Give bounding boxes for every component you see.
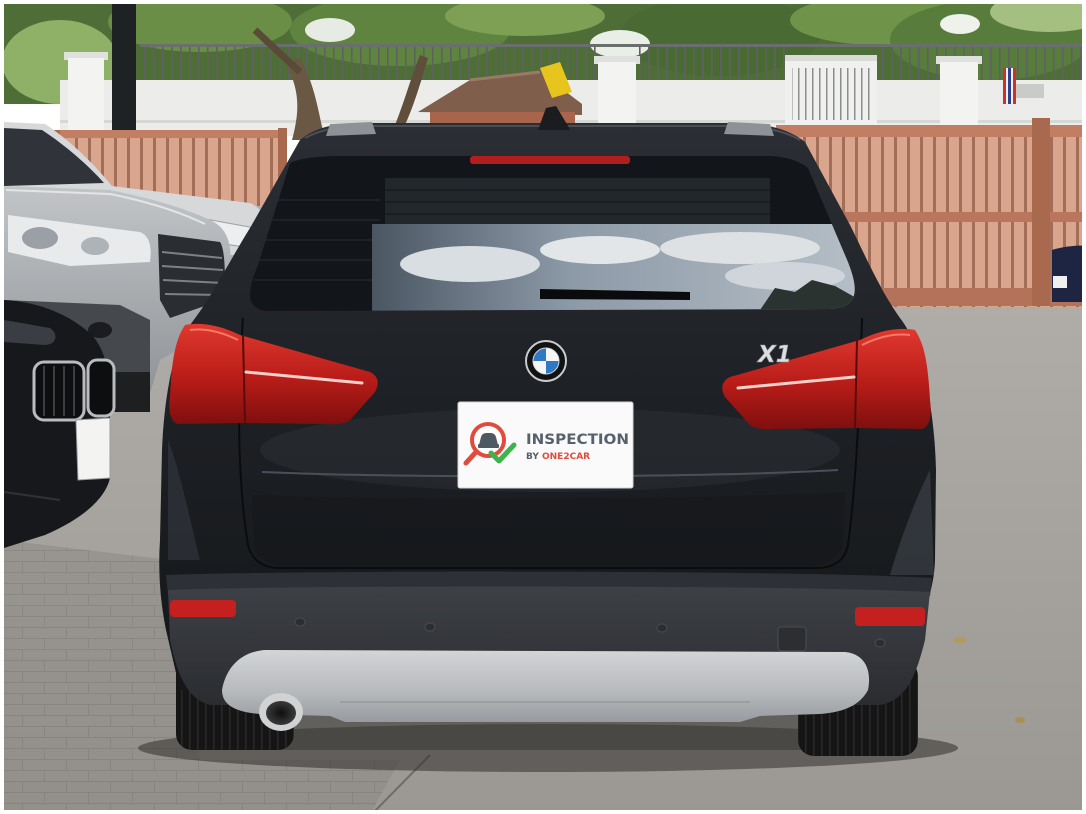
license-plate bbox=[1053, 276, 1067, 288]
inspection-plate: INSPECTION BY ONE2CAR bbox=[457, 401, 634, 489]
rear-skid-plate bbox=[222, 650, 870, 722]
inspection-by-label: BY bbox=[526, 452, 539, 462]
background-gate bbox=[785, 55, 877, 125]
wall-pillar bbox=[940, 62, 978, 136]
kidney-grille bbox=[32, 360, 86, 422]
right-reflector bbox=[855, 607, 925, 626]
wall-pillar bbox=[68, 58, 104, 136]
exhaust-pipe bbox=[259, 693, 303, 731]
tailgate-lower-panel bbox=[252, 492, 845, 566]
listing-photo: X1 INSPECTION BY ONE2CAR bbox=[4, 4, 1082, 810]
national-flag bbox=[1003, 68, 1016, 104]
fallen-leaf bbox=[954, 637, 966, 643]
parking-sensor bbox=[294, 617, 306, 627]
left-reflector bbox=[170, 600, 236, 617]
rear-window bbox=[250, 156, 855, 311]
inspection-title: INSPECTION bbox=[526, 432, 629, 448]
bmw-logo bbox=[525, 340, 567, 382]
inspection-subtitle: BY ONE2CAR bbox=[526, 452, 590, 462]
photo-scene: X1 INSPECTION BY ONE2CAR bbox=[4, 4, 1082, 810]
third-brake-light bbox=[470, 156, 630, 164]
parking-sensor bbox=[874, 638, 886, 648]
roof-rail-right bbox=[724, 122, 774, 136]
fallen-leaf bbox=[1015, 717, 1025, 723]
inspection-brand: ONE2CAR bbox=[542, 452, 590, 462]
parking-sensor bbox=[656, 623, 668, 633]
license-plate bbox=[75, 417, 111, 481]
parked-car-right bbox=[1052, 245, 1082, 302]
tow-hook-cover bbox=[777, 626, 807, 652]
roof-rail-left bbox=[326, 122, 376, 136]
model-badge: X1 bbox=[756, 342, 792, 368]
parking-sensor bbox=[424, 622, 436, 632]
